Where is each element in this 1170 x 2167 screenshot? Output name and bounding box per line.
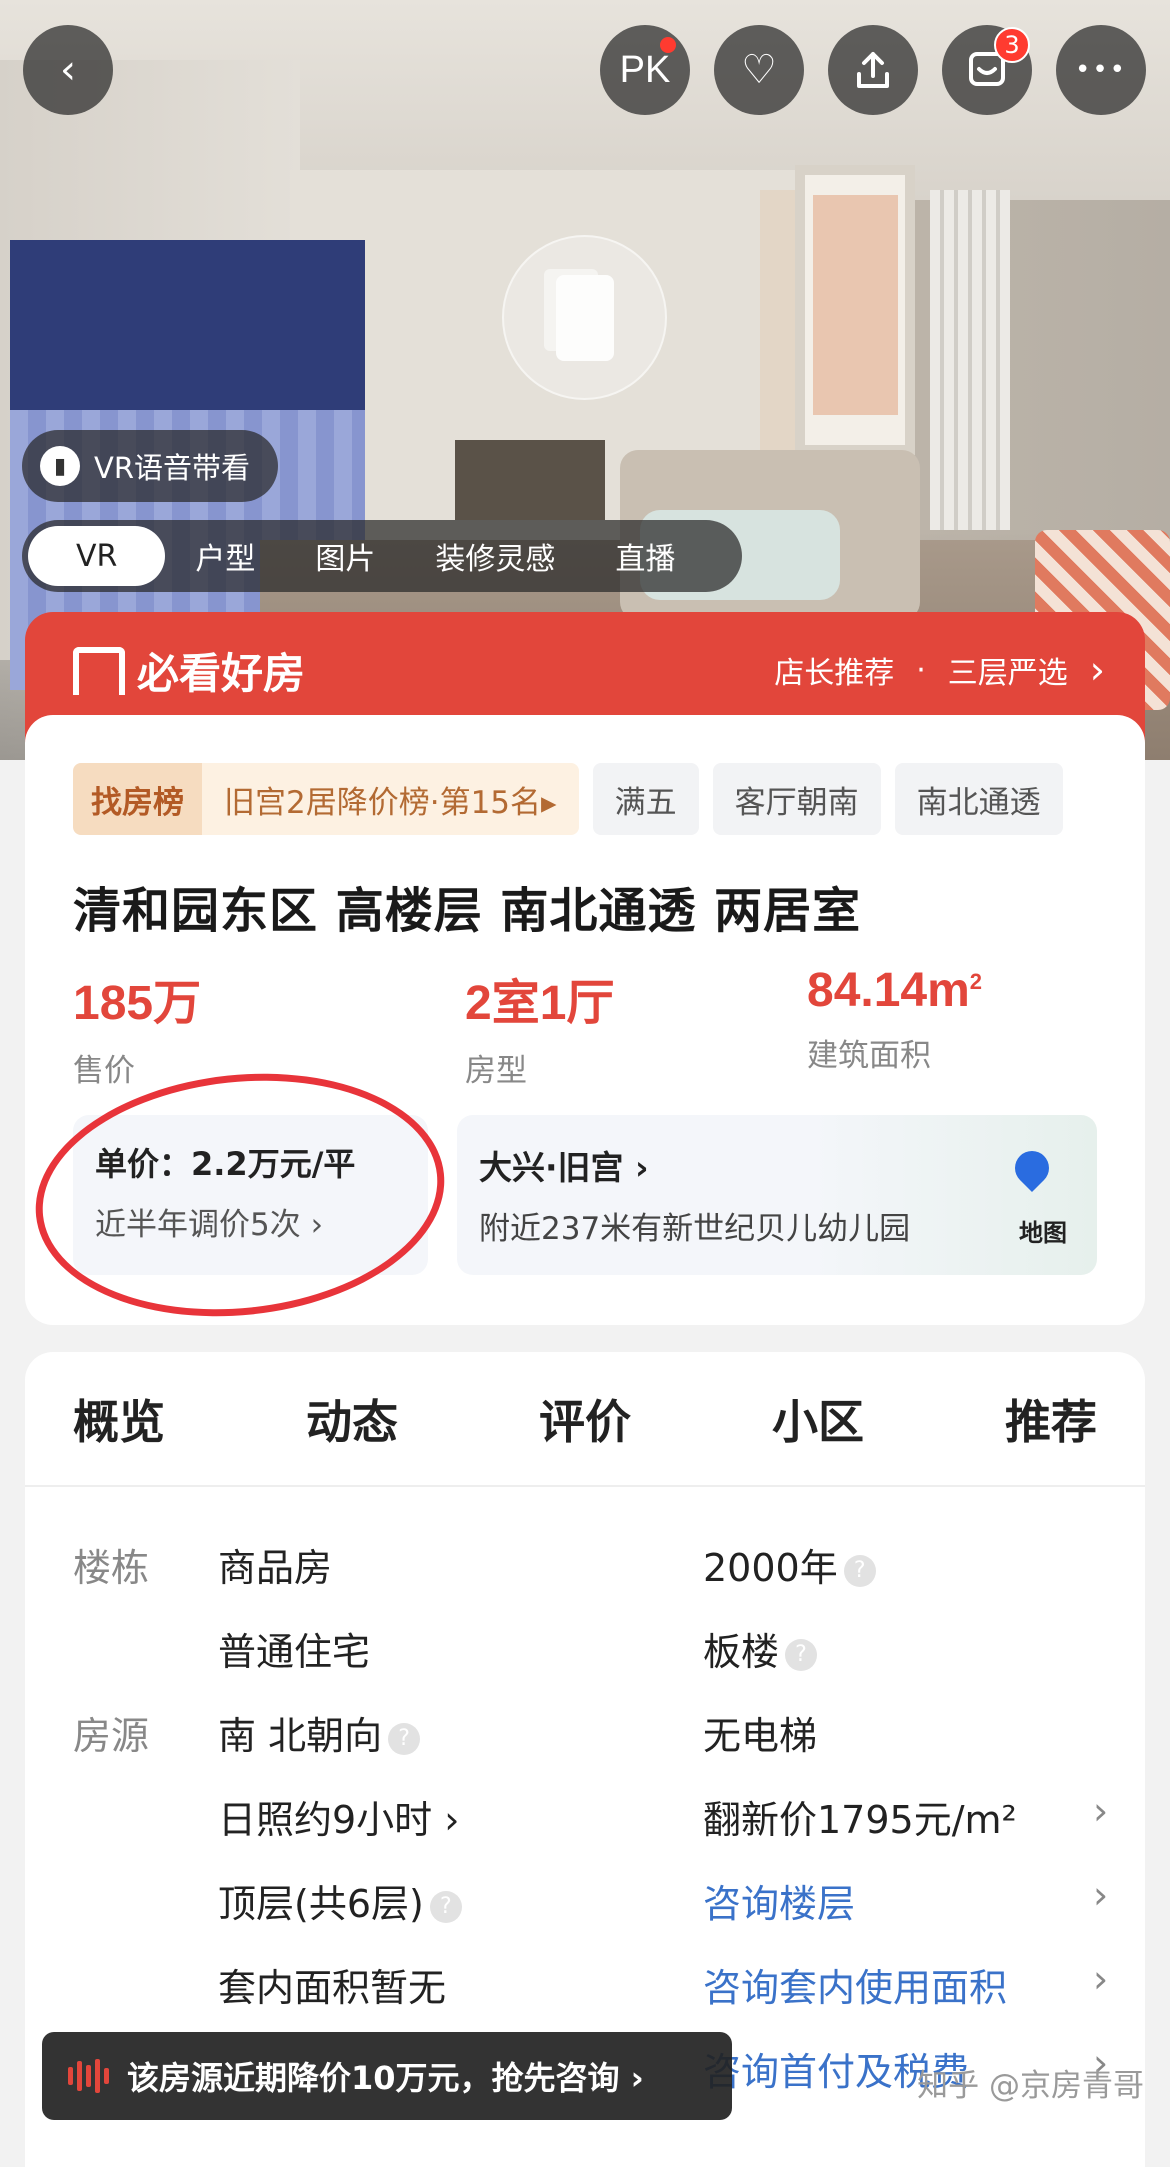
chevron-right-icon: › bbox=[1093, 1789, 1109, 1833]
help-icon[interactable]: ? bbox=[388, 1722, 421, 1755]
banner-brand: 必看好房 bbox=[73, 640, 305, 701]
media-tab-vr[interactable]: VR bbox=[28, 526, 166, 586]
media-tab-photos[interactable]: 图片 bbox=[285, 526, 405, 586]
banner-link-selection[interactable]: 三层严选 bbox=[948, 648, 1068, 692]
photo-window bbox=[795, 165, 915, 455]
category-building: 楼栋 bbox=[73, 1546, 150, 1590]
sunlight-hours[interactable]: 日照约9小时 › bbox=[218, 1789, 459, 1844]
tab-updates[interactable]: 动态 bbox=[306, 1386, 398, 1452]
renovation-price[interactable]: 翻新价1795元/m² bbox=[703, 1789, 1017, 1844]
vr-voice-guide-button[interactable]: ▮ VR语音带看 bbox=[22, 430, 278, 502]
banner-links[interactable]: 店长推荐 · 三层严选 › bbox=[774, 648, 1105, 692]
vr-voice-label: VR语音带看 bbox=[94, 451, 250, 485]
media-tab-live[interactable]: 直播 bbox=[585, 526, 705, 586]
location-box[interactable]: 大兴·旧宫 › 附近237米有新世纪贝儿幼儿园 地图 bbox=[457, 1115, 1097, 1275]
tag-full-five: 满五 bbox=[592, 763, 699, 835]
vr-play-button[interactable] bbox=[502, 235, 667, 400]
area-stat: 84.14m2 建筑面积 bbox=[807, 963, 982, 1075]
layout-stat: 2室1厅 房型 bbox=[465, 963, 614, 1090]
share-button[interactable] bbox=[828, 25, 918, 115]
price-value: 185万 bbox=[73, 977, 202, 1030]
back-icon: ‹ bbox=[60, 47, 76, 93]
tab-reviews[interactable]: 评价 bbox=[539, 1386, 631, 1452]
chevron-right-icon: › bbox=[1089, 648, 1105, 692]
banner-link-manager[interactable]: 店长推荐 bbox=[774, 648, 894, 692]
tab-overview[interactable]: 概览 bbox=[73, 1386, 165, 1456]
media-tabs: VR 户型 图片 装修灵感 直播 bbox=[22, 520, 742, 592]
home-logo-icon bbox=[73, 646, 125, 695]
price-stat: 185万 售价 bbox=[73, 963, 201, 1090]
inner-area: 套内面积暂无 bbox=[218, 1966, 447, 2010]
consult-floor-link[interactable]: 咨询楼层 bbox=[703, 1873, 855, 1928]
tag-north-south: 南北通透 bbox=[894, 763, 1063, 835]
chevron-right-icon: › bbox=[1093, 1873, 1109, 1917]
category-source: 房源 bbox=[73, 1714, 150, 1758]
building-type[interactable]: 板楼? bbox=[703, 1621, 818, 1676]
help-icon[interactable]: ? bbox=[429, 1890, 462, 1923]
more-icon: ••• bbox=[1074, 55, 1127, 85]
map-link[interactable]: 地图 bbox=[1019, 1213, 1067, 1248]
nearby-poi: 附近237米有新世纪贝儿幼儿园 bbox=[479, 1211, 911, 1247]
favorite-button[interactable]: ♡ bbox=[714, 25, 804, 115]
orientation[interactable]: 南 北朝向? bbox=[218, 1705, 421, 1760]
share-icon bbox=[857, 52, 889, 88]
layout-value: 2室1厅 bbox=[465, 977, 615, 1030]
help-icon[interactable]: ? bbox=[843, 1554, 876, 1587]
toast-text: 该房源近期降价10万元，抢先咨询 › bbox=[127, 2059, 644, 2097]
audio-bars-icon bbox=[68, 2059, 109, 2093]
area-label: 建筑面积 bbox=[807, 1038, 931, 1074]
consult-inner-area-link[interactable]: 咨询套内使用面积 bbox=[703, 1957, 1007, 2012]
help-icon[interactable]: ? bbox=[785, 1638, 818, 1671]
section-tabs: 概览 动态 评价 小区 推荐 bbox=[25, 1352, 1145, 1487]
property-type: 商品房 bbox=[218, 1546, 333, 1590]
tab-community[interactable]: 小区 bbox=[772, 1386, 864, 1452]
tag-row: 找房榜 旧宫2居降价榜·第15名▸ 满五 客厅朝南 南北通透 bbox=[73, 763, 1145, 835]
area-value: 84.14m2 bbox=[807, 964, 983, 1017]
message-button[interactable]: 3 bbox=[942, 25, 1032, 115]
banner-separator: · bbox=[916, 652, 926, 688]
back-button[interactable]: ‹ bbox=[23, 25, 113, 115]
tab-recommend[interactable]: 推荐 bbox=[1005, 1386, 1097, 1452]
floor-info[interactable]: 顶层(共6层)? bbox=[218, 1873, 462, 1928]
photo-radiator bbox=[930, 190, 1010, 530]
listing-title: 清和园东区 高楼层 南北通透 两居室 bbox=[73, 883, 862, 939]
pk-dot bbox=[660, 37, 676, 53]
speaker-icon: ▮ bbox=[40, 446, 80, 486]
media-tab-floorplan[interactable]: 户型 bbox=[165, 526, 285, 586]
residence-type: 普通住宅 bbox=[218, 1630, 371, 1674]
annotation-circle bbox=[23, 1054, 457, 1336]
location-label[interactable]: 大兴·旧宫 › bbox=[479, 1141, 1075, 1189]
photo-bed-canopy bbox=[10, 240, 365, 420]
ranking-tag[interactable]: 找房榜 旧宫2居降价榜·第15名▸ bbox=[73, 763, 579, 835]
watermark: 知乎 @京房青哥 bbox=[917, 2068, 1144, 2104]
layout-label: 房型 bbox=[465, 1053, 527, 1089]
chevron-right-icon: › bbox=[1093, 1957, 1109, 2001]
message-badge: 3 bbox=[994, 27, 1030, 63]
photo-desk bbox=[455, 440, 605, 520]
more-button[interactable]: ••• bbox=[1056, 25, 1146, 115]
heart-icon: ♡ bbox=[741, 47, 777, 93]
media-tab-decoration[interactable]: 装修灵感 bbox=[405, 526, 585, 586]
vr-card-icon bbox=[555, 274, 614, 361]
banner-brand-label: 必看好房 bbox=[137, 649, 306, 698]
build-year[interactable]: 2000年? bbox=[703, 1537, 876, 1592]
ranking-tag-label: 找房榜 bbox=[73, 763, 202, 835]
ranking-tag-detail: 旧宫2居降价榜·第15名▸ bbox=[202, 763, 579, 835]
listing-summary-card: 找房榜 旧宫2居降价榜·第15名▸ 满五 客厅朝南 南北通透 清和园东区 高楼层… bbox=[23, 715, 1145, 1336]
pk-button[interactable]: PK bbox=[600, 25, 690, 115]
tag-living-south: 客厅朝南 bbox=[712, 763, 881, 835]
price-drop-toast[interactable]: 该房源近期降价10万元，抢先咨询 › bbox=[42, 2032, 732, 2120]
pk-label: PK bbox=[619, 48, 671, 91]
elevator: 无电梯 bbox=[703, 1714, 818, 1758]
